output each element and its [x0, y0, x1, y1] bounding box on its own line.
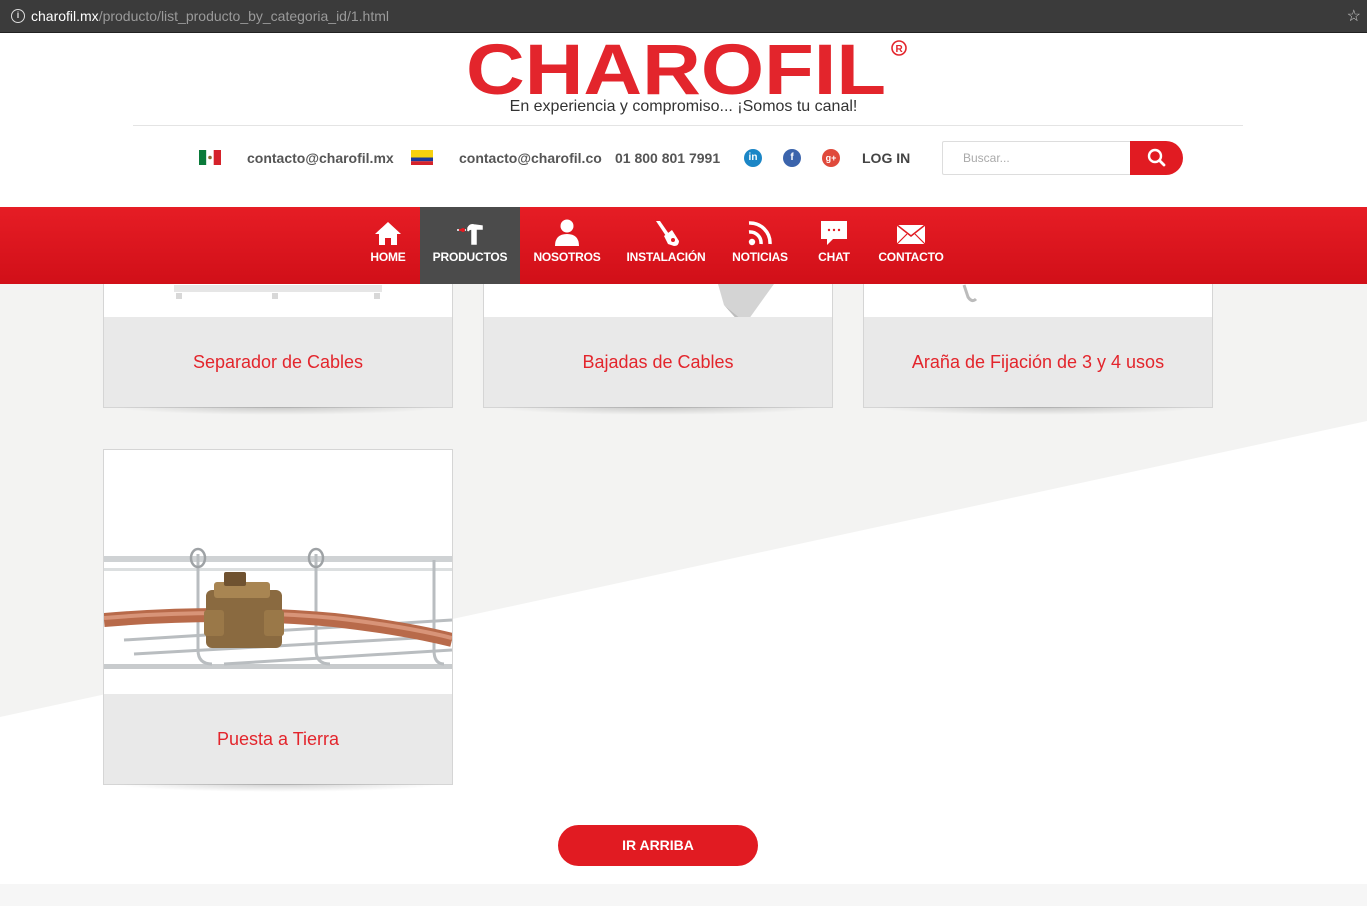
product-title[interactable]: Separador de Cables	[104, 317, 452, 407]
nav-item-noticias[interactable]: NOTICIAS	[728, 207, 792, 284]
search-input[interactable]	[942, 141, 1130, 175]
product-card[interactable]: Bajadas de Cables	[483, 284, 833, 415]
facebook-icon[interactable]: f	[783, 149, 801, 167]
contact-bar: contacto@charofil.mx contacto@charofil.c…	[0, 141, 1367, 175]
product-title[interactable]: Puesta a Tierra	[104, 694, 452, 784]
main-navigation: HOME PRODUCTOS NOSOTROS INSTALACIÓN NOTI…	[0, 207, 1367, 284]
rss-icon	[748, 221, 772, 246]
mx-email-link[interactable]: contacto@charofil.mx	[247, 150, 394, 166]
google-plus-icon[interactable]: g+	[822, 149, 840, 167]
nav-item-contacto[interactable]: CONTACTO	[875, 207, 947, 284]
tagline: En experiencia y compromiso... ¡Somos tu…	[509, 98, 858, 115]
charofil-logo[interactable]: CHAROFIL R	[466, 38, 908, 98]
product-card[interactable]: Araña de Fijación de 3 y 4 usos	[863, 284, 1213, 415]
nav-label: CHAT	[818, 250, 850, 264]
url-host: charofil.mx	[31, 8, 99, 24]
site-info-icon[interactable]: i	[11, 9, 25, 23]
co-email-link[interactable]: contacto@charofil.co	[459, 150, 602, 166]
nav-label: CONTACTO	[878, 250, 944, 264]
user-icon	[555, 219, 579, 246]
nav-item-productos[interactable]: PRODUCTOS	[420, 207, 520, 284]
nav-label: NOSOTROS	[533, 250, 601, 264]
nav-label: INSTALACIÓN	[626, 250, 706, 264]
phone-number: 01 800 801 7991	[615, 150, 721, 166]
envelope-icon	[896, 224, 926, 245]
chat-icon	[821, 221, 847, 245]
product-card[interactable]: Puesta a Tierra	[103, 449, 453, 792]
tools-icon	[457, 224, 483, 245]
nav-item-chat[interactable]: CHAT	[810, 207, 858, 284]
url-text[interactable]: charofil.mx/producto/list_producto_by_ca…	[31, 8, 389, 24]
back-to-top-button[interactable]: IR ARRIBA	[558, 825, 758, 866]
nav-item-instalacion[interactable]: INSTALACIÓN	[624, 207, 708, 284]
wrench-icon	[656, 221, 679, 246]
search-icon	[1147, 148, 1166, 167]
colombia-flag-icon	[411, 150, 433, 165]
logo-wordmark: CHAROFIL	[466, 38, 886, 98]
product-image	[718, 284, 774, 319]
card-shadow	[494, 407, 822, 415]
nav-label: NOTICIAS	[732, 250, 788, 264]
linkedin-icon[interactable]: in	[744, 149, 762, 167]
card-shadow	[874, 407, 1202, 415]
nav-label: HOME	[370, 250, 406, 264]
card-shadow	[114, 407, 442, 415]
nav-item-home[interactable]: HOME	[362, 207, 414, 284]
product-image	[962, 284, 978, 303]
product-title[interactable]: Araña de Fijación de 3 y 4 usos	[864, 317, 1212, 407]
login-link[interactable]: LOG IN	[862, 150, 910, 166]
product-image	[174, 285, 382, 299]
mexico-flag-icon	[199, 150, 221, 165]
nav-label: PRODUCTOS	[432, 250, 508, 264]
product-image	[104, 450, 452, 694]
url-path: /producto/list_producto_by_categoria_id/…	[98, 8, 389, 24]
product-list-area: Separador de Cables Bajadas de Cables Ar…	[0, 284, 1367, 906]
browser-address-bar[interactable]: i charofil.mx/producto/list_producto_by_…	[0, 0, 1367, 33]
bookmark-star-icon[interactable]: ☆	[1347, 6, 1361, 26]
header-divider	[133, 125, 1243, 126]
search-button[interactable]	[1130, 141, 1183, 175]
card-shadow	[114, 784, 442, 792]
product-card[interactable]: Separador de Cables	[103, 284, 453, 415]
product-title[interactable]: Bajadas de Cables	[484, 317, 832, 407]
home-icon	[375, 222, 401, 245]
nav-item-nosotros[interactable]: NOSOTROS	[529, 207, 605, 284]
svg-text:R: R	[896, 44, 904, 55]
